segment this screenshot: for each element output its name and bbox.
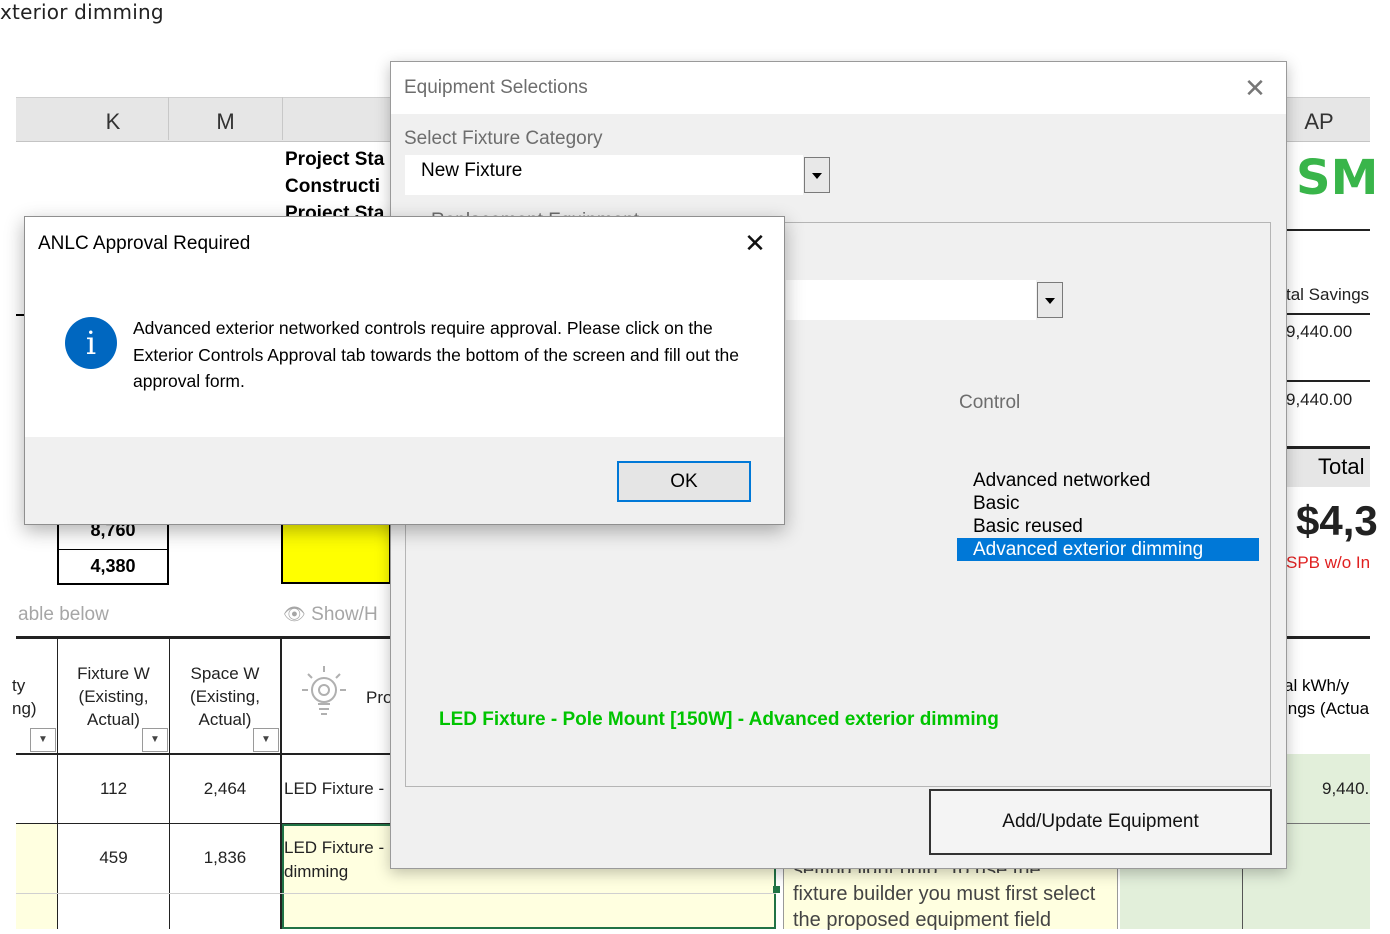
show-hide-toggle[interactable]: 👁 Show/H — [283, 604, 378, 626]
yellow-highlight-cell[interactable] — [281, 522, 391, 584]
total-value: $4,3 — [1296, 497, 1378, 544]
total-savings-label: tal Savings — [1286, 285, 1370, 304]
filter-dropdown-button[interactable]: ▼ — [30, 728, 56, 752]
add-update-equipment-button[interactable]: Add/Update Equipment — [929, 789, 1272, 855]
hours-cell-2[interactable]: 4,380 — [57, 556, 169, 577]
border-line — [16, 314, 24, 316]
show-hide-label: Show/H — [311, 604, 378, 625]
table-note: able below — [18, 604, 109, 625]
control-option-selected[interactable]: Advanced exterior dimming — [957, 538, 1259, 561]
dialog-title: Equipment Selections — [404, 77, 588, 98]
header-fixture-w: Fixture W (Existing, Actual) — [77, 664, 150, 729]
header-proposed: Pro — [366, 688, 393, 707]
project-label-3: Project Sta — [285, 203, 385, 216]
fixture-category-label: Select Fixture Category — [404, 128, 603, 149]
filter-dropdown-button[interactable]: ▼ — [142, 728, 168, 752]
savings-value-2[interactable]: 9,440.00 — [1286, 390, 1352, 410]
info-icon: i — [65, 317, 117, 369]
savings-value-1[interactable]: 9,440.00 — [1286, 322, 1352, 342]
control-label: Control — [959, 392, 1021, 413]
chevron-down-icon — [1045, 298, 1055, 304]
row2-fixture-w[interactable]: 459 — [58, 848, 169, 868]
header-partial-left: ty ng) — [12, 676, 37, 718]
control-option[interactable]: Basic reused — [957, 515, 1259, 538]
hours-divider — [57, 549, 169, 550]
row1-savings[interactable]: 9,440. — [1322, 779, 1369, 799]
row2-space-w[interactable]: 1,836 — [170, 848, 280, 868]
comment-line-3: the proposed equipment field — [793, 909, 1051, 931]
comment-line-2: fixture builder you must first select — [793, 883, 1096, 905]
sheet-title: xterior dimming — [0, 0, 164, 24]
brand-logo: SM — [1296, 150, 1379, 206]
close-button[interactable]: ✕ — [1235, 72, 1275, 104]
anlc-approval-dialog: ANLC Approval Required ✕ i Advanced exte… — [24, 216, 785, 525]
project-label-1: Project Sta — [285, 149, 385, 170]
close-icon: ✕ — [1244, 73, 1266, 103]
selected-equipment-summary: LED Fixture - Pole Mount [150W] - Advanc… — [439, 709, 999, 730]
border-line — [1286, 380, 1370, 382]
row2-bg — [16, 824, 57, 929]
dialog-message: Advanced exterior networked controls req… — [133, 318, 740, 391]
header-space-w: Space W (Existing, Actual) — [190, 664, 260, 729]
control-option[interactable]: Advanced networked — [957, 469, 1259, 492]
control-listbox[interactable]: Advanced networked Basic Basic reused Ad… — [957, 469, 1259, 561]
lightbulb-icon — [296, 664, 352, 724]
project-label-2: Constructi — [285, 176, 380, 197]
fixture-category-select[interactable]: New Fixture — [405, 155, 830, 195]
filter-dropdown-button[interactable]: ▼ — [253, 728, 279, 752]
close-icon: ✕ — [744, 228, 766, 258]
control-option[interactable]: Basic — [957, 492, 1259, 515]
ok-button[interactable]: OK — [617, 461, 751, 502]
column-header-k[interactable]: K — [58, 97, 169, 140]
eye-icon: 👁 — [283, 604, 306, 624]
spb-label: SPB w/o In — [1286, 553, 1371, 572]
chevron-down-icon — [812, 173, 822, 179]
border-line — [1286, 229, 1370, 231]
dialog-title: ANLC Approval Required — [38, 233, 251, 254]
dropdown-button[interactable] — [1037, 282, 1063, 318]
row1-fixture-w[interactable]: 112 — [58, 779, 169, 799]
row1-space-w[interactable]: 2,464 — [170, 779, 280, 799]
fill-handle[interactable] — [773, 886, 780, 893]
total-label: Total — [1318, 454, 1365, 479]
column-header-m[interactable]: M — [169, 97, 283, 140]
table-top-border — [16, 636, 392, 639]
row-divider — [16, 893, 776, 894]
header-savings-partial: al kWh/y ings (Actua — [1284, 676, 1370, 718]
close-button[interactable]: ✕ — [737, 227, 773, 259]
dropdown-button[interactable] — [804, 157, 830, 193]
header-bottom-border — [16, 753, 392, 755]
fixture-category-value: New Fixture — [421, 160, 523, 181]
replacement-equipment-select[interactable] — [786, 280, 1063, 320]
row2-proposed: LED Fixture - dimming — [284, 838, 385, 881]
row1-proposed[interactable]: LED Fixture - — [284, 779, 384, 799]
border-line — [1286, 636, 1370, 639]
border-line — [1286, 313, 1370, 315]
